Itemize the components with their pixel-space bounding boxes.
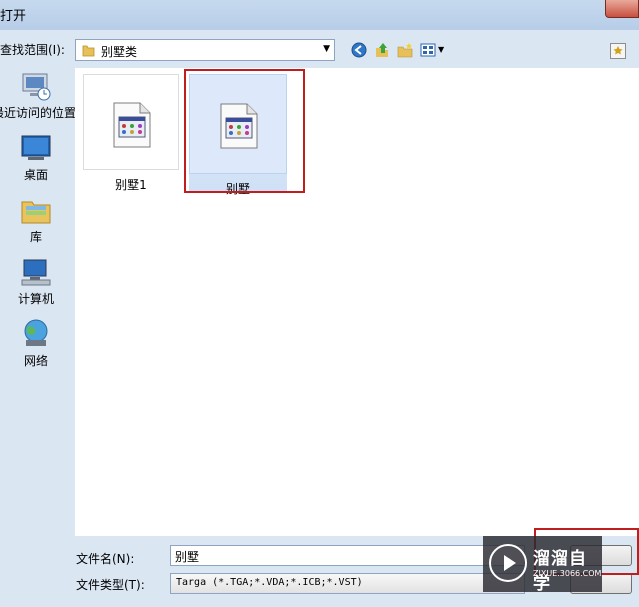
file-type-dropdown[interactable]: Targa (*.TGA;*.VDA;*.ICB;*.VST) (170, 573, 525, 594)
place-libraries[interactable]: 库 (0, 194, 72, 245)
back-icon[interactable] (351, 42, 367, 58)
file-name: 别墅1 (115, 178, 147, 192)
file-thumbnail (83, 74, 179, 170)
folder-icon (82, 45, 95, 57)
place-computer[interactable]: 计算机 (0, 256, 72, 307)
place-label: 网络 (23, 354, 48, 368)
file-list-pane[interactable]: 别墅1 别墅 (75, 68, 639, 536)
window-title: 打开 (0, 9, 27, 24)
view-menu-icon[interactable] (420, 42, 436, 58)
places-bar: 最近访问的位置 桌面 库 计算机 网络 (0, 68, 77, 538)
libraries-icon (21, 201, 51, 224)
look-in-label: 查找范围(I): (0, 43, 65, 57)
place-label: 桌面 (23, 168, 48, 182)
desktop-icon (21, 135, 51, 160)
play-logo-icon (489, 544, 527, 582)
special-folder-icon[interactable] (610, 43, 626, 59)
highlight-box-file (184, 69, 305, 193)
image-file-icon (113, 102, 151, 148)
file-type-value: Targa (*.TGA;*.VDA;*.ICB;*.VST) (176, 577, 363, 588)
computer-icon (21, 259, 51, 286)
close-button[interactable] (605, 0, 639, 18)
place-network[interactable]: 网络 (0, 318, 72, 369)
look-in-value: 别墅类 (101, 45, 138, 59)
watermark-subtitle: ZIXUE.3066.COM (533, 569, 602, 578)
new-folder-icon[interactable] (397, 42, 413, 58)
network-icon (24, 319, 48, 346)
file-item[interactable]: 别墅1 (83, 74, 179, 192)
look-in-dropdown[interactable]: 别墅类 ▼ (75, 39, 335, 61)
title-bar: 打开 (0, 0, 639, 30)
file-name-label: 文件名(N): (76, 552, 135, 566)
place-label: 最近访问的位置 (0, 106, 77, 120)
chevron-down-icon[interactable]: ▼ (323, 44, 330, 54)
watermark: 溜溜自学 ZIXUE.3066.COM (483, 536, 602, 594)
file-type-label: 文件类型(T): (76, 578, 145, 592)
place-label: 计算机 (17, 292, 54, 306)
file-name-value: 别墅 (175, 550, 200, 564)
up-folder-icon[interactable] (374, 42, 390, 58)
file-name-input[interactable]: 别墅 (170, 545, 525, 566)
place-recent[interactable]: 最近访问的位置 (0, 70, 77, 121)
view-chevron-icon[interactable]: ▼ (438, 45, 444, 54)
recent-places-icon (22, 73, 51, 101)
place-desktop[interactable]: 桌面 (0, 132, 72, 183)
place-label: 库 (29, 230, 42, 244)
